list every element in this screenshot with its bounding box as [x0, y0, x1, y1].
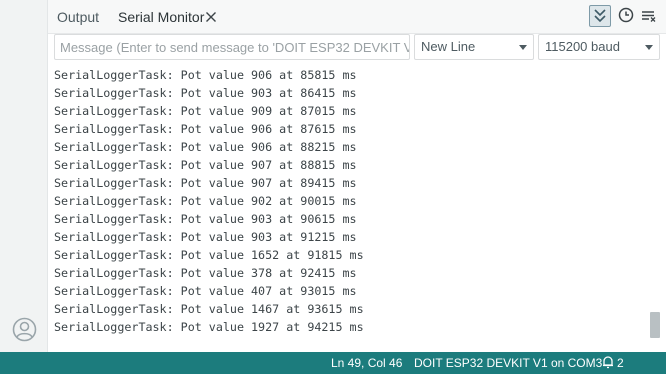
clear-output-icon: [642, 11, 656, 22]
output-line: SerialLoggerTask: Pot value 378 at 92415…: [54, 266, 357, 280]
notification-count: 2: [617, 356, 624, 370]
status-bar: Ln 49, Col 46 DOIT ESP32 DEVKIT V1 on CO…: [0, 352, 666, 374]
chevron-down-icon: [519, 45, 527, 50]
panel-tab-bar: Output Serial Monitor: [48, 0, 666, 34]
output-line: SerialLoggerTask: Pot value 907 at 88815…: [54, 158, 357, 172]
output-line: SerialLoggerTask: Pot value 907 at 89415…: [54, 176, 357, 190]
chevron-down-icon: [645, 45, 653, 50]
line-ending-value: New Line: [421, 39, 476, 54]
activity-sidebar: [0, 0, 48, 352]
double-chevron-down-icon: [594, 9, 606, 23]
account-icon[interactable]: [12, 317, 37, 342]
output-line: SerialLoggerTask: Pot value 1652 at 9181…: [54, 248, 364, 262]
bell-icon: [603, 356, 613, 369]
toggle-timestamp-button[interactable]: [615, 5, 637, 27]
output-line: SerialLoggerTask: Pot value 909 at 87015…: [54, 104, 357, 118]
serial-input-row: New Line 115200 baud: [48, 34, 666, 65]
board-port-indicator[interactable]: DOIT ESP32 DEVKIT V1 on COM3: [414, 352, 602, 374]
clear-output-button[interactable]: [638, 5, 660, 27]
cursor-position[interactable]: Ln 49, Col 46: [331, 352, 402, 374]
output-line: SerialLoggerTask: Pot value 903 at 90615…: [54, 212, 357, 226]
baud-rate-value: 115200 baud: [545, 39, 620, 54]
serial-output[interactable]: SerialLoggerTask: Pot value 906 at 85815…: [48, 65, 666, 352]
output-line: SerialLoggerTask: Pot value 1927 at 9421…: [54, 320, 364, 334]
tab-output[interactable]: Output: [57, 0, 99, 34]
message-input[interactable]: [54, 34, 410, 60]
clock-icon: [618, 7, 634, 23]
notifications-button[interactable]: [601, 352, 615, 374]
output-line: SerialLoggerTask: Pot value 1467 at 9361…: [54, 302, 364, 316]
toggle-autoscroll-button[interactable]: [589, 5, 611, 27]
output-line: SerialLoggerTask: Pot value 407 at 93015…: [54, 284, 357, 298]
output-line: SerialLoggerTask: Pot value 902 at 90015…: [54, 194, 357, 208]
close-icon[interactable]: [205, 11, 217, 23]
line-ending-select[interactable]: New Line: [414, 34, 534, 60]
output-line: SerialLoggerTask: Pot value 903 at 91215…: [54, 230, 357, 244]
output-line: SerialLoggerTask: Pot value 906 at 85815…: [54, 68, 357, 82]
output-line: SerialLoggerTask: Pot value 903 at 86415…: [54, 86, 357, 100]
output-line: SerialLoggerTask: Pot value 906 at 87615…: [54, 122, 357, 136]
output-scrollbar[interactable]: [650, 312, 660, 338]
output-line: SerialLoggerTask: Pot value 906 at 88215…: [54, 140, 357, 154]
tab-serial-monitor[interactable]: Serial Monitor: [118, 0, 204, 34]
baud-rate-select[interactable]: 115200 baud: [538, 34, 660, 60]
